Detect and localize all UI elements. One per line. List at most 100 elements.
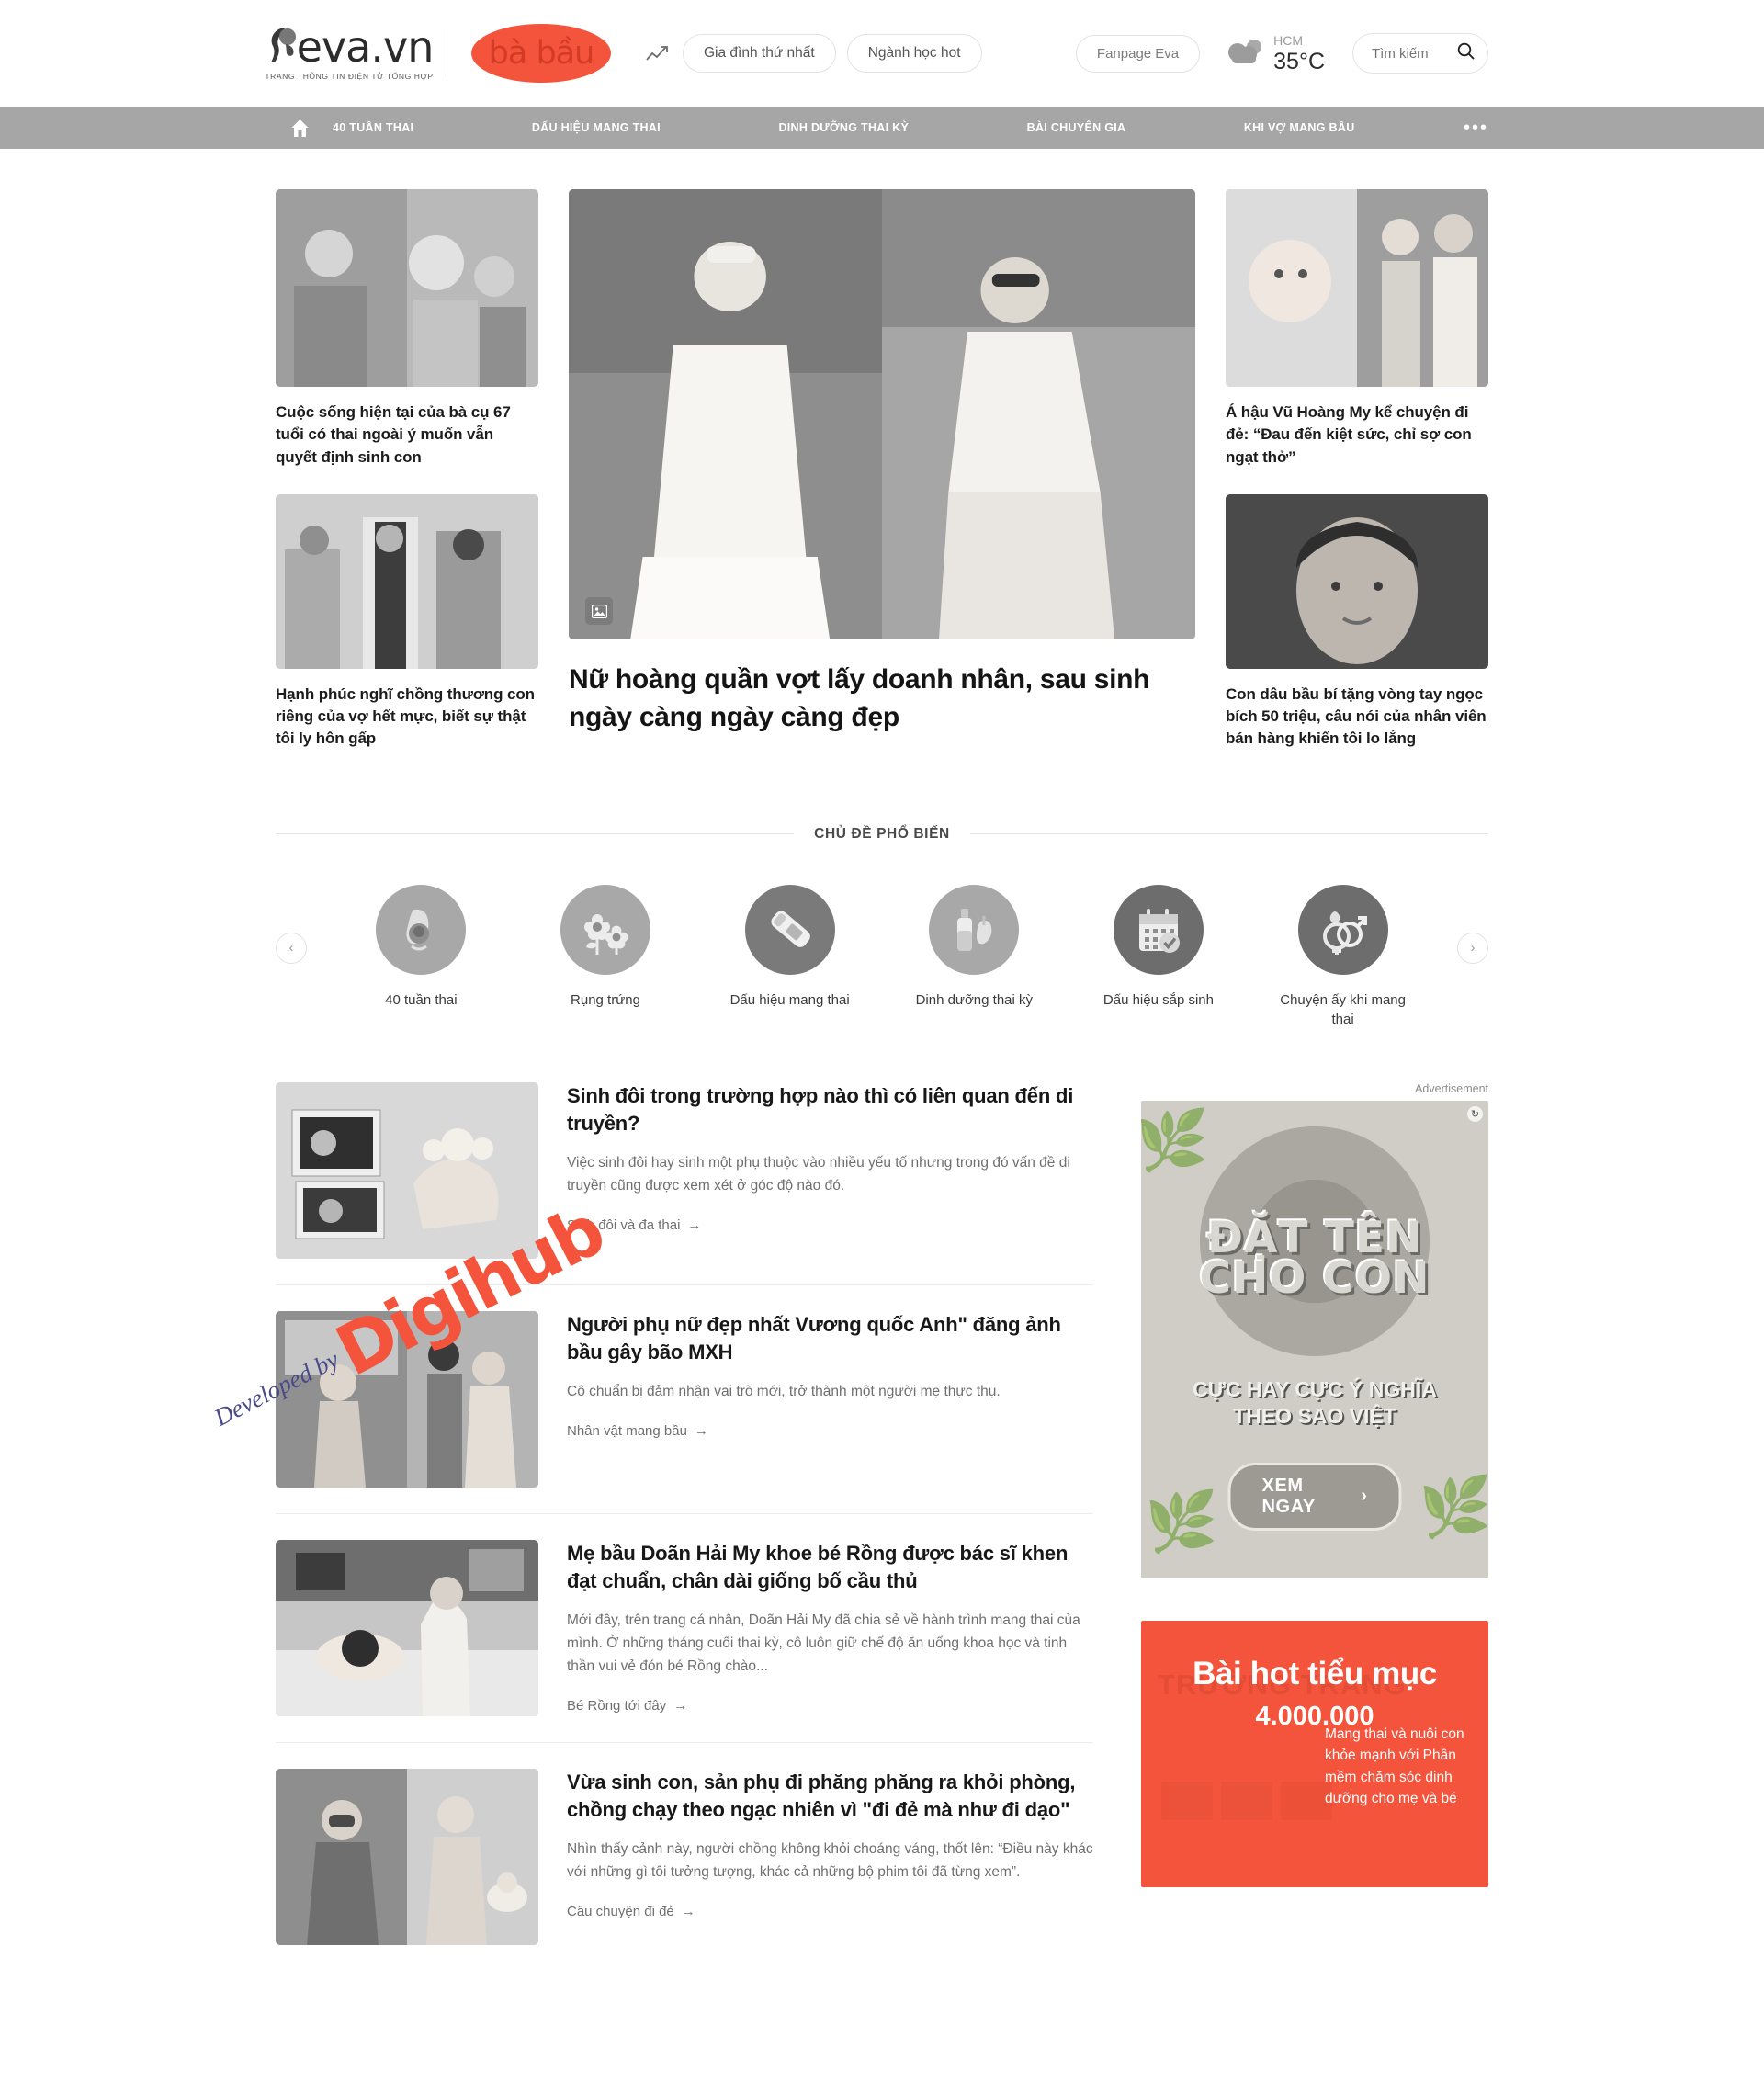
- promo-body-text: Mang thai và nuôi con khỏe mạnh với Phần…: [1325, 1725, 1464, 1807]
- article-text: Sinh đôi trong trường hợp nào thì có liê…: [567, 1082, 1093, 1259]
- promo-banner[interactable]: TRƯỜNG TRANG Mang thai và nuôi con khỏe …: [1141, 1620, 1488, 1887]
- ad-headline: ĐẶT TÊN CHO CON: [1141, 1216, 1488, 1305]
- topics-carousel: ‹ 40 tuần thai Rụng trứng Dấu hiệu mang …: [276, 850, 1488, 1038]
- article-title[interactable]: Á hậu Vũ Hoàng My kể chuyện đi đẻ: “Đau …: [1226, 402, 1488, 469]
- article-row[interactable]: Mẹ bầu Doãn Hải My khoe bé Rồng được bác…: [276, 1514, 1093, 1743]
- article-thumbnail[interactable]: [276, 1539, 538, 1716]
- article-text: Vừa sinh con, sản phụ đi phăng phăng ra …: [567, 1769, 1093, 1945]
- content-wrapper: Cuộc sống hiện tại của bà cụ 67 tuổi có …: [276, 149, 1488, 1989]
- article-title[interactable]: Vừa sinh con, sản phụ đi phăng phăng ra …: [567, 1769, 1093, 1825]
- sidebar: Advertisement ↻ 🌿 🌿 🌿 ĐẶT TÊN CHO CON CỰ…: [1141, 1082, 1488, 1971]
- article-tag[interactable]: Nhân vật mang bầu →: [567, 1423, 708, 1439]
- pregnancy-test-icon: [744, 884, 835, 975]
- nutrition-bottle-icon: [929, 884, 1020, 975]
- hero-left-column: Cuộc sống hiện tại của bà cụ 67 tuổi có …: [276, 189, 538, 776]
- trend-pill-1[interactable]: Ngành học hot: [846, 34, 982, 73]
- ad-headline-line2: CHO CON: [1199, 1253, 1430, 1305]
- search-box[interactable]: [1352, 33, 1488, 74]
- babau-logo[interactable]: bà bầu: [471, 24, 611, 83]
- article-title[interactable]: Hạnh phúc nghĩ chồng thương con riêng củ…: [276, 684, 538, 751]
- hero-card-right-1[interactable]: Con dâu bầu bí tặng vòng tay ngọc bích 5…: [1226, 493, 1488, 751]
- article-tag[interactable]: Câu chuyện đi đẻ →: [567, 1904, 695, 1919]
- adchoices-icon[interactable]: ↻: [1467, 1105, 1483, 1122]
- hero-image[interactable]: [569, 189, 1195, 639]
- advertisement-label: Advertisement: [1415, 1081, 1488, 1095]
- topic-item-0[interactable]: 40 tuần thai: [352, 884, 490, 1029]
- article-row[interactable]: Vừa sinh con, sản phụ đi phăng phăng ra …: [276, 1743, 1093, 1971]
- article-list: Sinh đôi trong trường hợp nào thì có liê…: [276, 1081, 1093, 1971]
- main-navigation: 40 TUẦN THAI DẤU HIỆU MANG THAI DINH DƯỠ…: [0, 107, 1764, 149]
- hero-title[interactable]: Nữ hoàng quần vợt lấy doanh nhân, sau si…: [569, 662, 1195, 736]
- article-tag[interactable]: Sinh đôi và đa thai →: [567, 1217, 701, 1233]
- trend-pill-0[interactable]: Gia đình thứ nhất: [683, 34, 836, 73]
- ad-cta-button[interactable]: XEM NGAY ›: [1227, 1462, 1402, 1531]
- arrow-right-icon: →: [681, 1903, 695, 1919]
- chevron-right-icon: ›: [1361, 1486, 1368, 1507]
- chevron-left-icon[interactable]: ‹: [276, 932, 307, 964]
- topic-item-1[interactable]: Rụng trứng: [537, 884, 674, 1029]
- hero-card-left-0[interactable]: Cuộc sống hiện tại của bà cụ 67 tuổi có …: [276, 189, 538, 469]
- article-thumbnail[interactable]: [276, 189, 538, 387]
- arrow-right-icon: →: [687, 1216, 702, 1233]
- search-input[interactable]: [1372, 45, 1456, 62]
- advertisement-banner[interactable]: ↻ 🌿 🌿 🌿 ĐẶT TÊN CHO CON CỰC HAY CỰC Ý NG…: [1141, 1100, 1488, 1578]
- fanpage-button[interactable]: Fanpage Eva: [1075, 34, 1201, 73]
- article-thumbnail[interactable]: [276, 1310, 538, 1488]
- home-icon[interactable]: [276, 119, 323, 138]
- article-text: Mẹ bầu Doãn Hải My khoe bé Rồng được bác…: [567, 1540, 1093, 1716]
- popular-topics-heading: CHỦ ĐỀ PHỔ BIẾN: [276, 826, 1488, 843]
- bamboo-decoration-icon: 🌿: [1145, 1488, 1218, 1555]
- article-row[interactable]: Sinh đôi trong trường hợp nào thì có liê…: [276, 1081, 1093, 1285]
- nav-item-0[interactable]: 40 TUẦN THAI: [323, 121, 423, 134]
- article-title[interactable]: Sinh đôi trong trường hợp nào thì có liê…: [567, 1082, 1093, 1138]
- article-title[interactable]: Người phụ nữ đẹp nhất Vương quốc Anh" đă…: [567, 1311, 1093, 1367]
- weather-city: HCM: [1273, 32, 1304, 48]
- topic-label: Dấu hiệu sắp sinh: [1102, 991, 1214, 1008]
- article-text: Người phụ nữ đẹp nhất Vương quốc Anh" đă…: [567, 1311, 1093, 1488]
- gender-symbols-icon: [1297, 884, 1388, 975]
- search-icon[interactable]: [1457, 42, 1475, 64]
- article-title[interactable]: Mẹ bầu Doãn Hải My khoe bé Rồng được bác…: [567, 1540, 1093, 1596]
- article-description: Nhìn thấy cảnh này, người chồng không kh…: [567, 1840, 1093, 1880]
- site-header: eva.vn TRANG THÔNG TIN ĐIỆN TỬ TỔNG HỢP …: [0, 0, 1764, 107]
- nav-item-2[interactable]: DINH DƯỠNG THAI KỲ: [769, 121, 918, 134]
- nav-item-3[interactable]: BÀI CHUYÊN GIA: [1018, 121, 1136, 134]
- article-title[interactable]: Con dâu bầu bí tặng vòng tay ngọc bích 5…: [1226, 684, 1488, 751]
- article-tag[interactable]: Bé Rồng tới đây →: [567, 1698, 687, 1714]
- header-right-cluster: Fanpage Eva HCM 35°C: [1075, 33, 1764, 74]
- nav-inner: 40 TUẦN THAI DẤU HIỆU MANG THAI DINH DƯỠ…: [276, 119, 1488, 138]
- eva-logo-tagline: TRANG THÔNG TIN ĐIỆN TỬ TỔNG HỢP: [265, 72, 434, 81]
- nav-item-1[interactable]: DẤU HIỆU MANG THAI: [523, 121, 670, 134]
- article-thumbnail[interactable]: [1226, 189, 1488, 387]
- flowers-icon: [560, 884, 650, 975]
- hero-card-right-0[interactable]: Á hậu Vũ Hoàng My kể chuyện đi đẻ: “Đau …: [1226, 189, 1488, 469]
- calendar-check-icon: [1113, 884, 1204, 975]
- article-title[interactable]: Cuộc sống hiện tại của bà cụ 67 tuổi có …: [276, 402, 538, 469]
- arrow-right-icon: →: [694, 1422, 708, 1439]
- nav-more-button[interactable]: •••: [1464, 119, 1488, 137]
- article-thumbnail[interactable]: [276, 493, 538, 669]
- section-title: CHỦ ĐỀ PHỔ BIẾN: [814, 825, 950, 842]
- chevron-right-icon[interactable]: ›: [1457, 932, 1488, 964]
- topic-label: Dấu hiệu mang thai: [729, 991, 850, 1008]
- hero-main-card[interactable]: Nữ hoàng quần vợt lấy doanh nhân, sau si…: [569, 189, 1195, 776]
- topic-list: 40 tuần thai Rụng trứng Dấu hiệu mang th…: [307, 884, 1457, 1029]
- topic-item-4[interactable]: Dấu hiệu sắp sinh: [1090, 884, 1227, 1029]
- eva-logo[interactable]: eva.vn TRANG THÔNG TIN ĐIỆN TỬ TỔNG HỢP: [265, 26, 434, 81]
- article-thumbnail[interactable]: [1226, 493, 1488, 669]
- topic-label: Rụng trứng: [571, 991, 640, 1008]
- weather-text: HCM 35°C: [1273, 34, 1325, 74]
- nav-item-4[interactable]: KHI VỢ MANG BẦU: [1235, 121, 1364, 134]
- ad-sub-line1: CỰC HAY CỰC Ý NGHĨA: [1193, 1376, 1437, 1401]
- article-thumbnail[interactable]: [276, 1081, 538, 1259]
- article-row[interactable]: Người phụ nữ đẹp nhất Vương quốc Anh" đă…: [276, 1285, 1093, 1514]
- ad-sub-line2: THEO SAO VIỆT: [1233, 1404, 1396, 1429]
- hero-card-left-1[interactable]: Hạnh phúc nghĩ chồng thương con riêng củ…: [276, 493, 538, 751]
- topic-item-2[interactable]: Dấu hiệu mang thai: [721, 884, 859, 1029]
- topic-item-3[interactable]: Dinh dưỡng thai kỳ: [905, 884, 1043, 1029]
- weather-temp: 35°C: [1273, 48, 1325, 74]
- article-thumbnail[interactable]: [276, 1768, 538, 1945]
- bamboo-decoration-icon: 🌿: [1141, 1106, 1209, 1173]
- topic-item-5[interactable]: Chuyện ấy khi mang thai: [1274, 884, 1412, 1029]
- ad-subheadline: CỰC HAY CỰC Ý NGHĨA THEO SAO VIỆT: [1141, 1376, 1488, 1431]
